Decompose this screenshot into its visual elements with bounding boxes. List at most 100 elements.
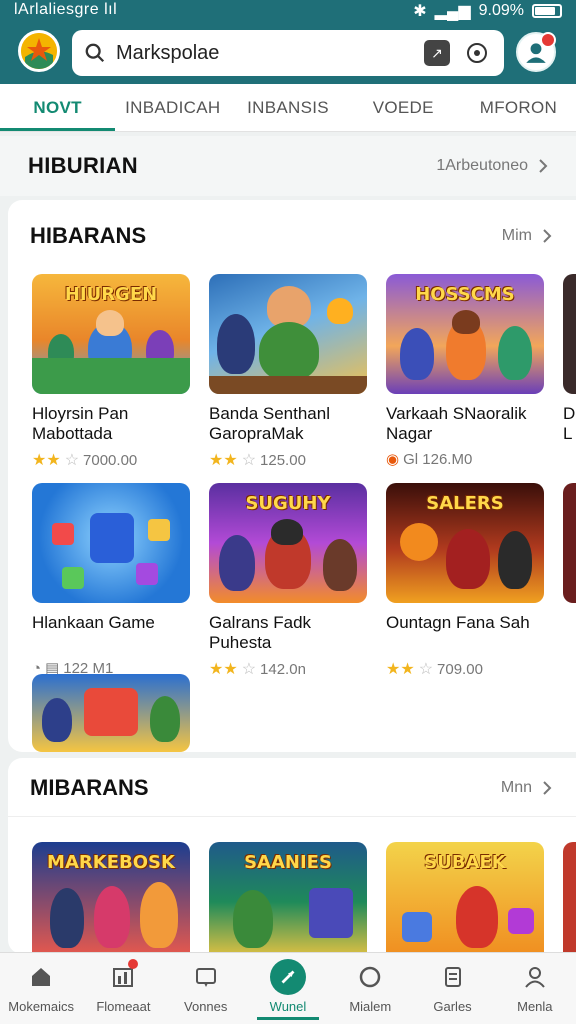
game-tile[interactable]: SAANIES: [209, 842, 367, 954]
game-name: Galrans Fadk Puhesta: [209, 613, 312, 652]
game-thumbnail[interactable]: [32, 674, 190, 752]
game-tile[interactable]: SALERS Ountagn Fana Sah ★★ ☆ 709.00: [386, 483, 544, 679]
tab-mforon[interactable]: MFORON: [461, 84, 576, 131]
chat-icon: [192, 963, 220, 991]
game-banner-text: HIURGEN: [64, 284, 158, 305]
game-tile-partial[interactable]: [563, 842, 576, 954]
game-meta: ★★ ☆ 125.00: [209, 450, 367, 470]
nav-label: Mokemaics: [8, 999, 75, 1014]
tab-novt[interactable]: NOVT: [0, 84, 116, 131]
avatar[interactable]: [516, 32, 556, 72]
share-icon[interactable]: ↗: [424, 40, 450, 66]
game-meta-value: 7000.00: [83, 451, 138, 469]
target-icon[interactable]: [464, 40, 490, 66]
game-meta: ◉ Gl 126.M0: [386, 450, 544, 469]
nav-label: Wunel: [269, 999, 307, 1014]
battery-percent: 9.09%: [478, 2, 524, 19]
nav-label: Vonnes: [184, 999, 228, 1014]
star-empty-icon: ☆: [241, 661, 257, 678]
nav-item-vonnes[interactable]: Vonnes: [165, 953, 247, 1024]
game-banner-text: HOSSCMS: [415, 284, 515, 305]
star-empty-icon: ☆: [241, 452, 257, 469]
game-thumbnail[interactable]: [209, 274, 367, 394]
game-thumbnail[interactable]: SUGUHY: [209, 483, 367, 603]
status-bar: lArlaliesgre lıl ✱ ▂▄▆ 9.09%: [0, 0, 576, 22]
app-header: lArlaliesgre lıl ✱ ▂▄▆ 9.09% Markspolae …: [0, 0, 576, 84]
game-banner-text: MARKEBOSK: [47, 852, 175, 873]
nav-item-mokemaics[interactable]: Mokemaics: [0, 953, 82, 1024]
nav-item-menla[interactable]: Menla: [494, 953, 576, 1024]
nav-item-flomeaat[interactable]: Flomeaat: [82, 953, 164, 1024]
notification-badge: [540, 32, 556, 48]
carousel-header: MIBARANS Mnn: [8, 758, 576, 818]
tab-voede[interactable]: VOEDE: [346, 84, 461, 131]
game-meta-value: 709.00: [437, 660, 483, 678]
compass-icon: [269, 959, 306, 995]
game-banner-text: SUBAEK: [424, 852, 506, 873]
game-name: Ountagn Fana Sah: [386, 613, 530, 632]
carousel-more-label: Mnn: [500, 779, 532, 796]
section-more-link[interactable]: 1Arbeutoneo: [436, 157, 548, 175]
person-icon: [521, 963, 549, 991]
star-icon: ★★: [386, 661, 415, 678]
game-tile[interactable]: MARKEBOSK: [32, 842, 190, 954]
carousel-more-link[interactable]: Mim: [502, 227, 552, 245]
category-tabs: NOVT INBADICAH INBANSIS VOEDE MFORON: [0, 84, 576, 132]
circle-icon: [356, 963, 384, 991]
doc-icon: [439, 963, 467, 991]
game-tile[interactable]: Hlankaan Game ◔ ▤ 122 M1: [32, 483, 190, 677]
nav-item-wunel[interactable]: Wunel: [247, 953, 329, 1024]
game-tile[interactable]: SUGUHY Galrans Fadk Puhesta ★★ ☆ 142.0n: [209, 483, 367, 679]
game-thumbnail[interactable]: [32, 483, 190, 603]
star-empty-icon: ☆: [418, 661, 434, 678]
game-name: Hloyrsin Pan Mabottada: [32, 404, 129, 443]
game-meta-value: 142.0n: [260, 660, 306, 678]
nav-label: Mialem: [349, 999, 392, 1014]
game-thumbnail[interactable]: HOSSCMS: [386, 274, 544, 394]
game-tile[interactable]: Banda Senthanl GaropraMak ★★ ☆ 125.00: [209, 274, 367, 470]
game-thumbnail[interactable]: SAANIES: [209, 842, 367, 954]
game-tile[interactable]: SUBAEK: [386, 842, 544, 954]
nav-item-mialem[interactable]: Mialem: [329, 953, 411, 1024]
game-thumbnail[interactable]: MARKEBOSK: [32, 842, 190, 954]
search-bar[interactable]: Markspolae ↗: [72, 30, 504, 76]
game-banner-text: SAANIES: [244, 852, 332, 873]
game-carousel-2: MIBARANS Mnn MARKEBOSK SAANIES SUBAEK: [8, 758, 576, 954]
game-tile-partial[interactable]: DL: [563, 274, 576, 446]
tab-inbadicah[interactable]: INBADICAH: [115, 84, 230, 131]
game-thumbnail[interactable]: SALERS: [386, 483, 544, 603]
bottom-navigation: Mokemaics Flomeaat Vonnes Wunel Mialem G…: [0, 952, 576, 1024]
game-meta-value: Gl 126.M0: [403, 450, 473, 468]
app-logo[interactable]: [18, 30, 60, 72]
carousel-header: HIBARANS Mim: [8, 200, 576, 272]
game-tile[interactable]: HOSSCMS Varkaah SNaoralik Nagar ◉ Gl 126…: [386, 274, 544, 468]
game-tile[interactable]: [32, 674, 190, 752]
section-title: HIBURIAN: [28, 153, 138, 178]
game-thumbnail[interactable]: [563, 483, 576, 603]
game-name: Banda Senthanl GaropraMak: [209, 404, 330, 443]
battery-icon: [532, 4, 562, 18]
game-thumbnail[interactable]: [563, 274, 576, 394]
chevron-right-icon: [543, 781, 552, 795]
carousel-title: MIBARANS: [30, 775, 149, 800]
game-tile[interactable]: HIURGEN Hloyrsin Pan Mabottada ★★ ☆ 7000.…: [32, 274, 190, 470]
game-thumbnail[interactable]: [563, 842, 576, 954]
game-thumbnail[interactable]: SUBAEK: [386, 842, 544, 954]
tab-inbansis[interactable]: INBANSIS: [230, 84, 345, 131]
chevron-right-icon: [543, 229, 552, 243]
game-meta: ★★ ☆ 7000.00: [32, 450, 190, 470]
game-banner-text: SUGUHY: [245, 493, 331, 514]
game-name: Hlankaan Game: [32, 613, 155, 632]
section-header: HIBURIAN 1Arbeutoneo: [0, 136, 576, 196]
game-tile-partial[interactable]: [563, 483, 576, 603]
status-carrier-text: lArlaliesgre lıl: [14, 1, 118, 18]
game-thumbnail[interactable]: HIURGEN: [32, 274, 190, 394]
nav-label: Garles: [433, 999, 472, 1014]
game-name: Varkaah SNaoralik Nagar: [386, 404, 527, 443]
nav-item-garles[interactable]: Garles: [411, 953, 493, 1024]
bluetooth-icon: ✱: [413, 3, 427, 20]
signal-icon: ▂▄▆: [434, 3, 471, 20]
nav-label: Menla: [517, 999, 553, 1014]
search-input[interactable]: Markspolae: [116, 42, 424, 65]
carousel-more-link[interactable]: Mnn: [501, 779, 552, 797]
